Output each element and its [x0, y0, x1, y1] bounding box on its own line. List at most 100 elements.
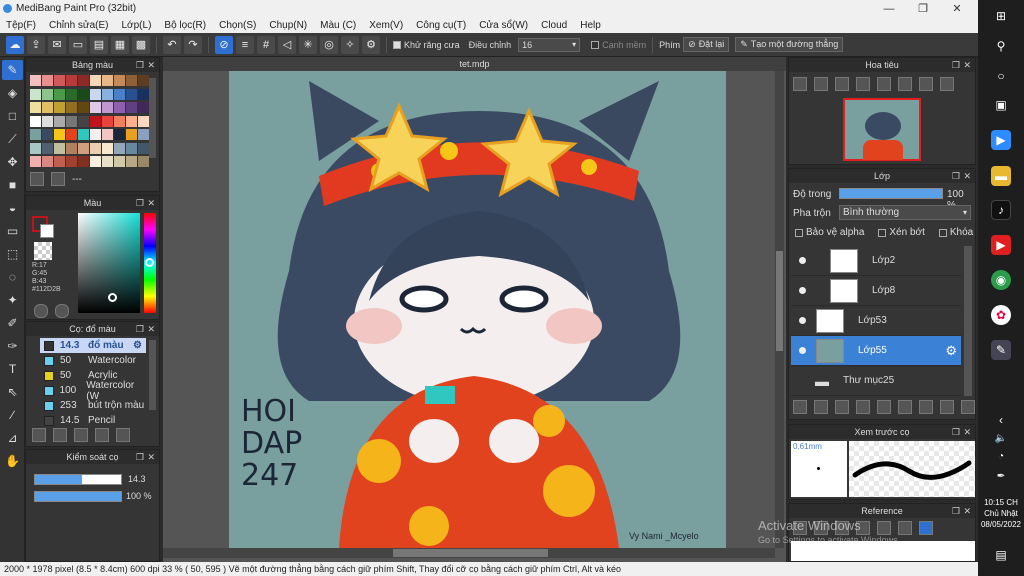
brush-item[interactable]: 50 Watercolor [40, 353, 146, 368]
palette-swatch[interactable] [78, 142, 89, 154]
network-icon[interactable]: ◔ [991, 446, 1011, 466]
search-icon[interactable]: ⚲ [991, 36, 1011, 56]
add-palette-icon[interactable] [30, 172, 44, 186]
palette-swatch[interactable] [66, 102, 77, 114]
select-eraser-tool-icon[interactable]: ✑ [2, 336, 23, 356]
eyedropper-tool-icon[interactable]: ⊿ [2, 428, 23, 448]
close-icon[interactable]: ✕ [147, 322, 155, 336]
palette-swatch[interactable] [138, 102, 149, 114]
minimize-button[interactable]: — [872, 0, 906, 18]
palette-swatch[interactable] [138, 75, 149, 86]
add-layer-menu-icon[interactable] [856, 400, 870, 414]
volume-icon[interactable]: 🔈 [991, 428, 1011, 448]
palette-swatch[interactable] [54, 102, 65, 114]
palette-swatch[interactable] [126, 88, 137, 100]
palette-swatch[interactable] [114, 88, 125, 100]
palette-swatch[interactable] [90, 75, 101, 86]
close-icon[interactable]: ✕ [147, 58, 155, 72]
palette-swatch[interactable] [126, 102, 137, 114]
palette-swatch[interactable] [102, 142, 113, 154]
palette-swatch[interactable] [102, 129, 113, 141]
palette-swatch[interactable] [114, 156, 125, 168]
edge-snap-checkbox[interactable] [591, 40, 600, 49]
palette-swatch[interactable] [78, 156, 89, 168]
visibility-eye-icon[interactable] [799, 347, 806, 354]
palette-swatch[interactable] [90, 88, 101, 100]
cloud-icon[interactable]: ☁ [6, 35, 24, 54]
flip-icon[interactable] [940, 77, 954, 91]
rotate-left-icon[interactable] [877, 77, 891, 91]
zoom-in-icon[interactable] [793, 77, 807, 91]
palette-swatch[interactable] [102, 88, 113, 100]
brush-add-icon[interactable] [53, 428, 67, 442]
layer-item[interactable]: Lớp55 ⚙ [791, 336, 961, 366]
cortana-icon[interactable]: ○ [991, 66, 1011, 86]
lock-toggle[interactable]: Khóa [938, 227, 973, 238]
brush-scrollbar[interactable] [149, 340, 156, 410]
palette-swatch[interactable] [126, 156, 137, 168]
reset-rotation-icon[interactable] [898, 77, 912, 91]
select-tool-icon[interactable]: ⬚ [2, 244, 23, 264]
menu-edit[interactable]: Chỉnh sửa(E) [49, 20, 109, 31]
palette-swatch[interactable] [54, 88, 65, 100]
palette-swatch[interactable] [102, 156, 113, 168]
brush-opacity-slider[interactable] [34, 491, 122, 502]
zoom-app-icon[interactable]: ▶ [991, 130, 1011, 150]
hand-tool-icon[interactable]: ✋ [2, 451, 23, 471]
menu-file[interactable]: Tệp(F) [6, 20, 36, 31]
close-icon[interactable]: ✕ [963, 169, 971, 183]
comment2-icon[interactable]: ▭ [69, 35, 87, 54]
palette-swatch[interactable] [114, 129, 125, 141]
reference-eyedropper-icon[interactable] [898, 521, 912, 535]
redo-icon[interactable]: ↷ [184, 35, 202, 54]
color-wheel-icon[interactable] [34, 304, 48, 318]
new-layer-icon[interactable] [793, 400, 807, 414]
color-picker-cursor[interactable] [108, 293, 117, 302]
palette-swatch[interactable] [102, 75, 113, 86]
visibility-eye-icon[interactable] [799, 317, 806, 324]
delete-layer-icon[interactable] [961, 400, 975, 414]
antialias-checkbox[interactable] [393, 40, 401, 49]
magic-wand-tool-icon[interactable]: ✦ [2, 290, 23, 310]
palette-swatch[interactable] [66, 75, 77, 86]
float-icon[interactable]: ❐ [952, 58, 960, 72]
layer-folder[interactable]: ▬ Thư mục25 [791, 366, 961, 396]
brush-add-menu-icon[interactable] [74, 428, 88, 442]
palette-swatch[interactable] [90, 129, 101, 141]
file-explorer-icon[interactable]: ▬ [991, 166, 1011, 186]
brush-item[interactable]: 100 Watercolor (W [40, 380, 146, 402]
chevron-left-icon[interactable]: ‹ [991, 410, 1011, 430]
new-folder-icon[interactable] [877, 400, 891, 414]
curve-snap-icon[interactable]: ✧ [341, 35, 359, 54]
layer-scrollbar[interactable] [964, 246, 972, 396]
parallel-snap-icon[interactable]: ≡ [236, 35, 254, 54]
new-halftone-layer-icon[interactable] [814, 400, 828, 414]
rectangle-tool-icon[interactable]: □ [2, 106, 23, 126]
lock-checkbox[interactable] [938, 228, 947, 237]
protect-alpha-toggle[interactable]: Bảo vệ alpha [795, 227, 864, 238]
palette-swatch[interactable] [42, 156, 53, 168]
palette-swatch[interactable] [30, 115, 41, 127]
close-button[interactable]: ✕ [940, 0, 974, 18]
palette-swatch[interactable] [54, 156, 65, 168]
menu-select[interactable]: Chọn(S) [219, 20, 256, 31]
palette-swatch[interactable] [90, 102, 101, 114]
palette-swatch[interactable] [126, 129, 137, 141]
canvas-vertical-scrollbar[interactable] [775, 71, 784, 548]
medibang-icon[interactable]: ✎ [991, 340, 1011, 360]
palette-swatch[interactable] [114, 142, 125, 154]
page-icon[interactable]: ▤ [90, 35, 108, 54]
merge-layer-icon[interactable] [919, 400, 933, 414]
palette-swatch[interactable] [54, 129, 65, 141]
palette-swatch[interactable] [138, 88, 149, 100]
palette-swatch[interactable] [78, 102, 89, 114]
lasso-tool-icon[interactable]: ◌ [2, 267, 23, 287]
maximize-button[interactable]: ❐ [906, 0, 940, 18]
brush-item[interactable]: 14.5 Pencil [40, 413, 146, 428]
palette-swatch[interactable] [114, 115, 125, 127]
zoom-out-icon[interactable] [856, 77, 870, 91]
palette-swatch[interactable] [66, 142, 77, 154]
menu-window[interactable]: Cửa sổ(W) [479, 20, 528, 31]
operation-tool-icon[interactable]: ⇖ [2, 382, 23, 402]
palette-swatch[interactable] [78, 75, 89, 86]
